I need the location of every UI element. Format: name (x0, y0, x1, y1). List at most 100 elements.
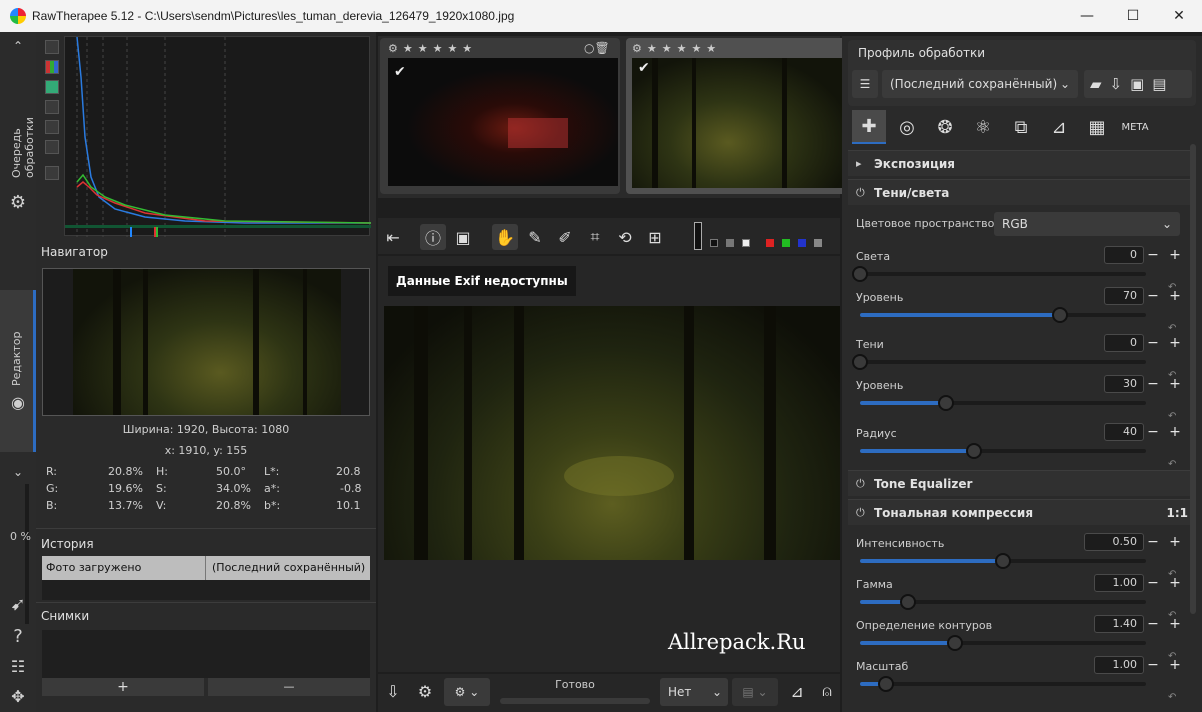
highlights-plus-button[interactable]: + (1166, 246, 1184, 264)
maximize-button[interactable]: ☐ (1110, 0, 1156, 32)
channel-toggle-icon[interactable] (45, 80, 59, 94)
editor-export-button[interactable]: ⚙ ⌄ (444, 678, 490, 706)
rgb-channel-icon[interactable] (45, 60, 59, 74)
gamma-slider-knob[interactable] (899, 594, 916, 610)
edge-value-field[interactable]: 1.40 (1094, 615, 1144, 633)
zoom-select[interactable]: Нет ⌄ (660, 678, 728, 706)
level2-slider-knob[interactable] (937, 395, 954, 411)
main-image[interactable] (384, 306, 840, 560)
preferences-icon[interactable]: ☷ (6, 654, 30, 678)
histogram-mode-icon[interactable] (45, 40, 59, 54)
radius-slider[interactable] (860, 443, 1146, 459)
color-tab-icon[interactable]: ❂ (928, 110, 962, 144)
level1-plus-button[interactable]: + (1166, 287, 1184, 305)
metadata-tab-icon[interactable]: META (1118, 110, 1152, 144)
send-icon[interactable]: ➹ (6, 592, 30, 616)
more-options-icon[interactable] (45, 166, 59, 180)
shadows-slider-knob[interactable] (852, 354, 868, 370)
gamma-slider[interactable] (860, 594, 1146, 610)
section-shadows[interactable]: ⏻ Тени/света (848, 179, 1196, 205)
scale-slider-knob[interactable] (878, 676, 894, 692)
power-icon[interactable]: ⏻ (856, 477, 865, 491)
bg-grey-swatch[interactable] (726, 239, 734, 247)
preview-mode-icon[interactable] (694, 222, 702, 250)
thumbnail-1[interactable]: ⚙★★★★★ ○🗑 ✔ (380, 38, 620, 194)
colorspace-select[interactable]: RGB ⌄ (994, 212, 1180, 236)
level2-slider[interactable] (860, 395, 1146, 411)
exposure-tab-icon[interactable]: ✚ (852, 110, 886, 144)
radius-slider-knob[interactable] (966, 443, 983, 459)
level2-minus-button[interactable]: − (1144, 375, 1162, 393)
intensity-value-field[interactable]: 0.50 (1084, 533, 1144, 551)
highlights-minus-button[interactable]: − (1144, 246, 1162, 264)
rotate-icon[interactable]: ⟲ (612, 224, 638, 250)
shadows-value-field[interactable]: 0 (1104, 334, 1144, 352)
rating-stars[interactable]: ⚙★★★★★ (388, 42, 477, 55)
profile-actions[interactable]: ▰⇩▣▤ (1084, 70, 1192, 98)
scale-reset-icon[interactable]: ↶ (1168, 692, 1182, 704)
queue-gear-icon[interactable]: ⚙ (412, 678, 438, 704)
gear-icon[interactable]: ⚙ (6, 190, 30, 214)
scrollbar[interactable] (1190, 144, 1196, 614)
luminance-icon[interactable] (45, 100, 59, 114)
perspective-icon[interactable]: ⊞ (642, 224, 668, 250)
level2-value-field[interactable]: 30 (1104, 375, 1144, 393)
level2-plus-button[interactable]: + (1166, 375, 1184, 393)
edge-plus-button[interactable]: + (1166, 615, 1184, 633)
intensity-slider-knob[interactable] (995, 553, 1011, 569)
fullscreen-icon[interactable]: ✥ (6, 684, 30, 708)
highlights-slider[interactable] (852, 266, 1146, 282)
detail-tab-icon[interactable]: ◎ (890, 110, 924, 144)
channel-blue-swatch[interactable] (798, 239, 806, 247)
gamma-minus-button[interactable]: − (1144, 574, 1162, 592)
chevron-down-icon[interactable]: ⌄ (6, 460, 30, 484)
gamma-plus-button[interactable]: + (1166, 574, 1184, 592)
level1-value-field[interactable]: 70 (1104, 287, 1144, 305)
level1-minus-button[interactable]: − (1144, 287, 1162, 305)
shadows-slider[interactable] (852, 354, 1146, 370)
bg-white-swatch[interactable] (742, 239, 750, 247)
rating-stars-2[interactable]: ⚙★★★★★ (632, 42, 721, 55)
tab-queue[interactable]: Очередь обработки (10, 68, 36, 178)
scale-value-field[interactable]: 1.00 (1094, 656, 1144, 674)
scale-plus-button[interactable]: + (1166, 656, 1184, 674)
white-balance-picker-icon[interactable]: ✎ (522, 224, 548, 250)
close-button[interactable]: ✕ (1156, 0, 1202, 32)
info-icon[interactable]: ⓘ (420, 224, 446, 250)
flag-select[interactable]: ▤ ⌄ (732, 678, 778, 706)
straighten-icon[interactable]: ⊿ (784, 678, 810, 704)
navigator-thumbnail[interactable] (42, 268, 370, 416)
edge-slider[interactable] (860, 635, 1146, 651)
hide-panel-icon[interactable]: ⇤ (380, 224, 406, 250)
level1-slider[interactable] (860, 307, 1146, 323)
section-tone-equalizer[interactable]: ⏻ Tone Equalizer (848, 470, 1196, 496)
thumbnail-2[interactable]: ⚙★★★★★ ✔ (626, 38, 866, 194)
highlights-value-field[interactable]: 0 (1104, 246, 1144, 264)
intensity-minus-button[interactable]: − (1144, 533, 1162, 551)
bg-black-swatch[interactable] (710, 239, 718, 247)
remove-snapshot-button[interactable]: — (208, 678, 370, 696)
raw-histogram-icon[interactable] (45, 140, 59, 154)
power-icon[interactable]: ⏻ (856, 506, 865, 520)
help-icon[interactable]: ? (6, 624, 30, 648)
trash-icon[interactable]: ○🗑 (584, 41, 610, 55)
level2-reset-icon[interactable]: ↶ (1168, 411, 1182, 423)
shadows-plus-button[interactable]: + (1166, 334, 1184, 352)
profile-select[interactable]: (Последний сохранённый) ⌄ (882, 70, 1078, 98)
channel-lum-swatch[interactable] (814, 239, 822, 247)
transform-tab-icon[interactable]: ⧉ (1004, 110, 1038, 144)
collapse-up-icon[interactable]: ⌃ (6, 34, 30, 58)
tab-editor[interactable]: Редактор (10, 326, 23, 386)
edge-slider-knob[interactable] (947, 635, 964, 651)
channel-green-swatch[interactable] (782, 239, 790, 247)
radius-value-field[interactable]: 40 (1104, 423, 1144, 441)
minimize-button[interactable]: — (1064, 0, 1110, 32)
scale-minus-button[interactable]: − (1144, 656, 1162, 674)
color-picker-icon[interactable]: ✐ (552, 224, 578, 250)
add-snapshot-button[interactable]: + (42, 678, 204, 696)
scale-slider[interactable] (860, 676, 1146, 692)
radius-minus-button[interactable]: − (1144, 423, 1162, 441)
edge-minus-button[interactable]: − (1144, 615, 1162, 633)
crop-icon[interactable]: ⌗ (582, 224, 608, 250)
image-preview[interactable]: Данные Exif недоступны Allrepack.Ru (378, 256, 840, 672)
